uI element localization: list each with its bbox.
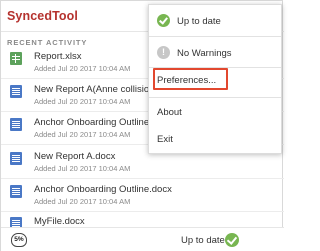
docx-file-icon: [10, 185, 22, 198]
menu-item-warnings: No Warnings: [149, 39, 281, 66]
menu-item-status: Up to date: [149, 7, 281, 34]
menu-divider: [149, 36, 281, 37]
docx-file-icon: [10, 85, 22, 98]
menu-item-exit[interactable]: Exit: [149, 125, 281, 152]
file-added-time: Added Jul 20 2017 10:04 AM: [34, 197, 131, 206]
warning-icon: [157, 46, 170, 59]
menu-item-label: Up to date: [177, 16, 221, 27]
check-circle-icon[interactable]: [225, 233, 239, 247]
docx-file-icon: [10, 152, 22, 165]
menu-item-label: About: [157, 107, 182, 118]
docx-file-icon: [10, 118, 22, 131]
sync-progress-icon[interactable]: 5%: [11, 233, 27, 247]
check-circle-icon: [157, 14, 170, 27]
app-title: SyncedTool: [7, 9, 78, 23]
menu-item-about[interactable]: About: [149, 98, 281, 125]
status-dropdown-menu: Up to date No Warnings Preferences... Ab…: [148, 4, 282, 154]
xlsx-file-icon: [10, 52, 22, 65]
file-added-time: Added Jul 20 2017 10:04 AM: [34, 64, 131, 73]
list-item[interactable]: Anchor Onboarding Outline.docx Added Jul…: [1, 180, 284, 212]
recent-activity-heading: RECENT ACTIVITY: [7, 38, 88, 47]
menu-item-label: Exit: [157, 134, 173, 145]
file-name: Anchor Onboarding Outline.docx: [34, 184, 172, 195]
preferences-highlight: [153, 68, 228, 90]
sync-panel: SyncedTool RECENT ACTIVITY Report.xlsx A…: [0, 0, 284, 251]
status-bar: 5% Up to date: [1, 227, 284, 251]
menu-item-label: No Warnings: [177, 48, 232, 59]
file-added-time: Added Jul 20 2017 10:04 AM: [34, 97, 131, 106]
file-name: MyFile.docx: [34, 216, 85, 227]
file-added-time: Added Jul 20 2017 10:04 AM: [34, 164, 131, 173]
status-text: Up to date: [181, 235, 225, 246]
file-added-time: Added Jul 20 2017 10:04 AM: [34, 130, 131, 139]
